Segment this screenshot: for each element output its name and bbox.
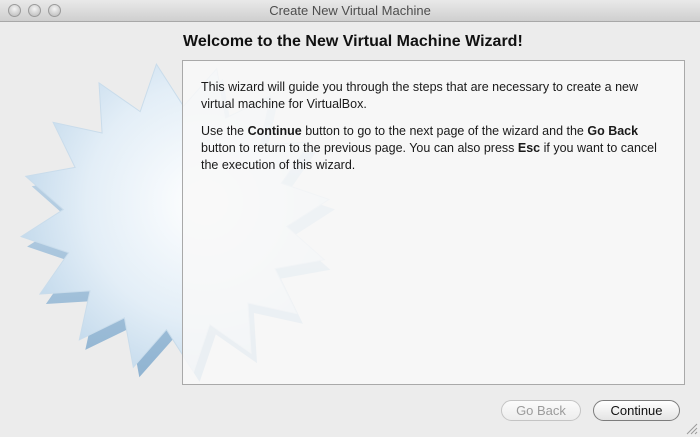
resize-grip-icon[interactable]: [686, 423, 698, 435]
instructions-text-3: button to return to the previous page. Y…: [201, 141, 518, 155]
window-title: Create New Virtual Machine: [269, 3, 431, 18]
intro-paragraph: This wizard will guide you through the s…: [201, 79, 671, 113]
content-panel: This wizard will guide you through the s…: [182, 60, 685, 385]
instructions-paragraph: Use the Continue button to go to the nex…: [201, 123, 671, 174]
page-title: Welcome to the New Virtual Machine Wizar…: [183, 33, 523, 50]
go-back-keyword: Go Back: [587, 124, 639, 138]
continue-button[interactable]: Continue: [593, 400, 680, 421]
continue-keyword: Continue: [247, 124, 302, 138]
title-bar[interactable]: Create New Virtual Machine: [0, 0, 700, 22]
intro-text: This wizard will guide you through the s…: [201, 80, 639, 111]
instructions-text-1: Use the: [201, 124, 248, 138]
go-back-button[interactable]: Go Back: [501, 400, 581, 421]
instructions-text-2: button to go to the next page of the wiz…: [301, 124, 588, 138]
esc-keyword: Esc: [517, 141, 541, 155]
wizard-window: Create New Virtual Machine Welcome to th…: [0, 0, 700, 437]
